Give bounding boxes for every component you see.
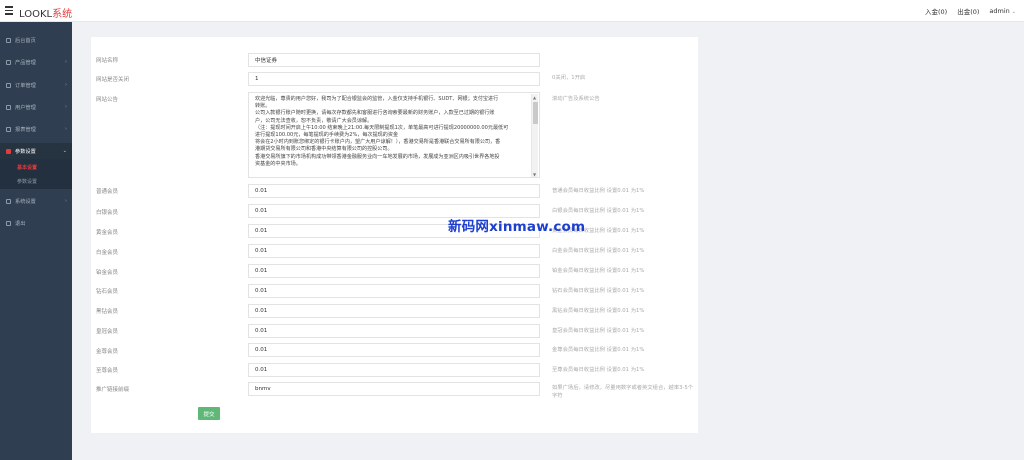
submenu-basic-settings[interactable]: 基本设置 <box>17 161 37 173</box>
chevron-right-icon: › <box>65 59 67 65</box>
sidebar-item-label: 产品管理 <box>15 59 36 66</box>
settings-icon <box>6 148 11 154</box>
level-hint: 钻石会员每日收益比例 设置0.01 为1% <box>552 288 645 294</box>
level-hint: 铂金会员每日收益比例 设置0.01 为1% <box>552 268 645 274</box>
brand-logo: LOOKL系统 <box>19 5 72 20</box>
chevron-right-icon: › <box>65 82 67 88</box>
scroll-up-icon[interactable]: ▲ <box>533 94 536 101</box>
level-input[interactable]: 0.01 <box>248 284 540 298</box>
site-closed-hint: 0关闭，1开启 <box>552 75 586 81</box>
level-label: 铂金会员 <box>96 270 119 276</box>
logout-icon <box>6 220 11 226</box>
site-closed-input[interactable]: 1 <box>248 72 540 86</box>
level-input[interactable]: 0.01 <box>248 363 540 377</box>
site-closed-label: 网站是否关闭 <box>96 77 130 83</box>
order-icon <box>6 82 11 88</box>
product-icon <box>6 59 11 65</box>
sidebar-item-orders[interactable]: 订单管理 › <box>0 77 72 93</box>
brand-name: LOOKL <box>19 9 53 20</box>
brand-suffix: 系统 <box>52 9 73 20</box>
chevron-right-icon: › <box>65 104 67 110</box>
notice-line: （注：提现时间开启上午10:00 结束晚上21:00.每天限制提现1次，单笔最高… <box>255 124 509 131</box>
sidebar-item-logout[interactable]: 退出 <box>0 215 72 231</box>
sidebar-item-system[interactable]: 系统设置 › <box>0 193 72 209</box>
sidebar-item-label: 报表管理 <box>15 126 36 133</box>
sidebar-item-params[interactable]: 参数设置 ⌄ <box>0 143 72 159</box>
watermark-text: 新码网xinmaw.com <box>448 219 586 235</box>
sidebar: 后台首页 产品管理 › 订单管理 › 用户管理 › 报表管理 › 参数设置 ⌄ … <box>0 22 72 460</box>
level-input[interactable]: 0.01 <box>248 324 540 338</box>
level-input[interactable]: 0.01 <box>248 184 540 198</box>
sidebar-item-label: 后台首页 <box>15 37 36 44</box>
notice-textarea[interactable]: 欢迎光临，尊贵的用户您好，我司为了配合银监会的监管，入金仅支持手机银行、SUDT… <box>248 92 540 178</box>
level-hint: 白银会员每日收益比例 设置0.01 为1% <box>552 208 645 214</box>
submenu-param-settings[interactable]: 参数设置 <box>17 175 37 187</box>
user-menu[interactable]: admin ⌄ <box>989 7 1016 15</box>
level-label: 白金会员 <box>96 250 119 256</box>
top-right-nav: 入金(0) 出金(0) admin ⌄ <box>925 6 1016 16</box>
level-input[interactable]: 0.01 <box>248 244 540 258</box>
level-label: 普通会员 <box>96 189 119 195</box>
top-bar: LOOKL系统 入金(0) 出金(0) admin ⌄ <box>0 0 1024 22</box>
level-hint: 皇冠会员每日收益比例 设置0.01 为1% <box>552 328 645 334</box>
level-hint: 黑钻会员每日收益比例 设置0.01 为1% <box>552 308 645 314</box>
level-input[interactable]: 0.01 <box>248 304 540 318</box>
notice-line: 欢迎光临，尊贵的用户您好，我司为了配合银监会的监管，入金仅支持手机银行、SUDT… <box>255 96 499 102</box>
submit-button[interactable]: 提交 <box>198 407 220 420</box>
sidebar-item-label: 参数设置 <box>15 148 36 155</box>
report-icon <box>6 126 11 132</box>
notice-hint: 滚动广告及系统公告 <box>552 96 600 102</box>
chevron-down-icon: ⌄ <box>62 148 67 154</box>
home-icon <box>6 37 11 43</box>
chevron-down-icon: ⌄ <box>1011 9 1016 15</box>
notice-line: 户，公司无法查收，恕不负责，敬请广大会员谅解。 <box>255 117 373 124</box>
level-label: 至尊会员 <box>96 368 119 374</box>
site-name-label: 网站名称 <box>96 58 119 64</box>
user-name: admin <box>989 7 1010 15</box>
withdraw-link[interactable]: 出金(0) <box>957 6 979 16</box>
site-name-input[interactable]: 中信证券 <box>248 53 540 67</box>
sidebar-item-home[interactable]: 后台首页 <box>0 32 72 48</box>
promo-input[interactable]: bnmv <box>248 382 540 396</box>
level-hint: 至尊会员每日收益比例 设置0.01 为1% <box>552 367 645 373</box>
level-input[interactable]: 0.01 <box>248 343 540 357</box>
notice-scrollbar[interactable]: ▲ ▼ <box>531 94 538 177</box>
level-label: 钻石会员 <box>96 289 119 295</box>
level-hint: 金尊会员每日收益比例 设置0.01 为1% <box>552 347 645 353</box>
sidebar-item-label: 订单管理 <box>15 82 36 89</box>
level-label: 黄金会员 <box>96 230 119 236</box>
settings-panel: 网站名称 中信证券 网站是否关闭 1 0关闭，1开启 网站公告 欢迎光临，尊贵的… <box>91 37 698 433</box>
level-hint: 普通会员每日收益比例 设置0.01 为1% <box>552 188 645 194</box>
user-icon <box>6 104 11 110</box>
notice-line: 港期货交易所有限公司和香港中央结算有限公司的控股公司。 <box>255 146 393 153</box>
gear-icon <box>6 198 11 204</box>
sidebar-item-label: 系统设置 <box>15 198 36 205</box>
sidebar-item-label: 退出 <box>15 220 26 227</box>
notice-line: 香港交易所旗下的市场机构成功带领香港金融服务业向一车地发展的市场，发展成为亚洲区… <box>255 153 500 160</box>
level-label: 皇冠会员 <box>96 329 119 335</box>
menu-toggle-icon[interactable] <box>5 6 13 15</box>
level-input[interactable]: 0.01 <box>248 264 540 278</box>
chevron-right-icon: › <box>65 126 67 132</box>
sidebar-submenu: 基本设置 参数设置 <box>0 159 72 189</box>
sidebar-item-users[interactable]: 用户管理 › <box>0 99 72 115</box>
chevron-right-icon: › <box>65 198 67 204</box>
scroll-down-icon[interactable]: ▼ <box>533 171 536 177</box>
scrollbar-thumb[interactable] <box>533 102 538 124</box>
sidebar-item-reports[interactable]: 报表管理 › <box>0 121 72 137</box>
notice-line: 公司入款银行账户随时更换，请每次存款都先和客服进行咨询索要最新的财务账户，入款至… <box>255 110 495 117</box>
level-label: 金尊会员 <box>96 349 119 355</box>
promo-label: 推广链接前缀 <box>96 387 130 393</box>
level-hint: 白金会员每日收益比例 设置0.01 为1% <box>552 248 645 254</box>
sidebar-item-products[interactable]: 产品管理 › <box>0 54 72 70</box>
level-label: 白银会员 <box>96 210 119 216</box>
notice-line: 资基金的中央市场。 <box>255 160 301 167</box>
deposit-link[interactable]: 入金(0) <box>925 6 947 16</box>
promo-hint: 如果广场后，请修改，尽量用数字或者英文组合，越率3-5个字符 <box>552 385 694 399</box>
notice-label: 网站公告 <box>96 97 119 103</box>
sidebar-item-label: 用户管理 <box>15 104 36 111</box>
level-label: 黑钻会员 <box>96 309 119 315</box>
